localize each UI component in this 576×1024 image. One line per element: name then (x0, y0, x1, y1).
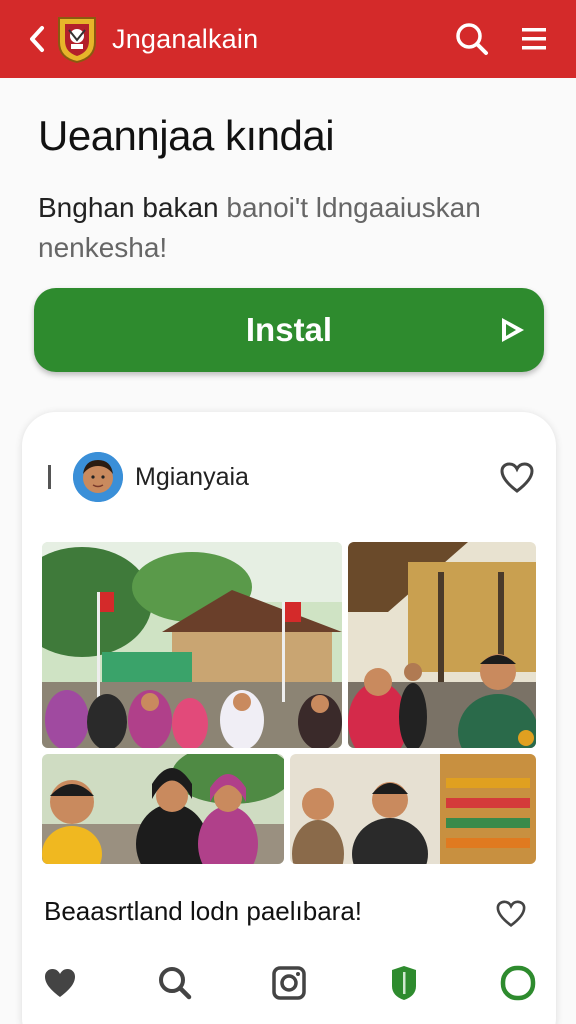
post-caption: Beaasrtland lodn paelıbara! (44, 896, 363, 926)
avatar[interactable] (73, 452, 123, 502)
villagers-smiling-photo[interactable] (42, 754, 284, 864)
village-gathering-photo[interactable] (42, 542, 342, 748)
heart-icon[interactable] (40, 963, 80, 1003)
play-store-icon (496, 314, 528, 346)
subline-text: Bnghan bakan (38, 192, 219, 223)
circle-icon[interactable] (498, 963, 538, 1003)
post-header: Mgianyaia (48, 452, 249, 502)
divider (48, 465, 51, 489)
camera-icon[interactable] (269, 963, 309, 1003)
install-button-label: Instal (245, 311, 333, 348)
app-title: Jnganalkain (112, 23, 259, 54)
menu-icon[interactable] (514, 19, 554, 59)
page-headline: Ueannjaa kındai (38, 112, 335, 159)
heart-icon[interactable] (496, 900, 526, 928)
market-vendor-photo[interactable] (348, 542, 536, 748)
post-username[interactable]: Mgianyaia (135, 463, 249, 492)
heart-icon[interactable] (500, 462, 534, 494)
shield-icon[interactable] (384, 963, 424, 1003)
search-icon[interactable] (452, 19, 492, 59)
page-subline: Bnghan bakan banoi't ldngaaiuskan nenkes… (38, 188, 538, 268)
main-content: Ueannjaa kındai Bnghan bakan banoi't ldn… (0, 78, 576, 1024)
garuda-emblem-icon (54, 14, 100, 64)
bottom-navigation (22, 942, 556, 1024)
install-button[interactable]: Instal (34, 288, 544, 372)
shop-owners-photo[interactable] (290, 754, 536, 864)
search-icon[interactable] (155, 963, 195, 1003)
chevron-left-icon[interactable] (26, 19, 48, 59)
post-card: Mgianyaia Beaasrtland lodn paelıbara! (22, 412, 556, 1024)
top-app-bar: Jnganalkain (0, 0, 576, 78)
